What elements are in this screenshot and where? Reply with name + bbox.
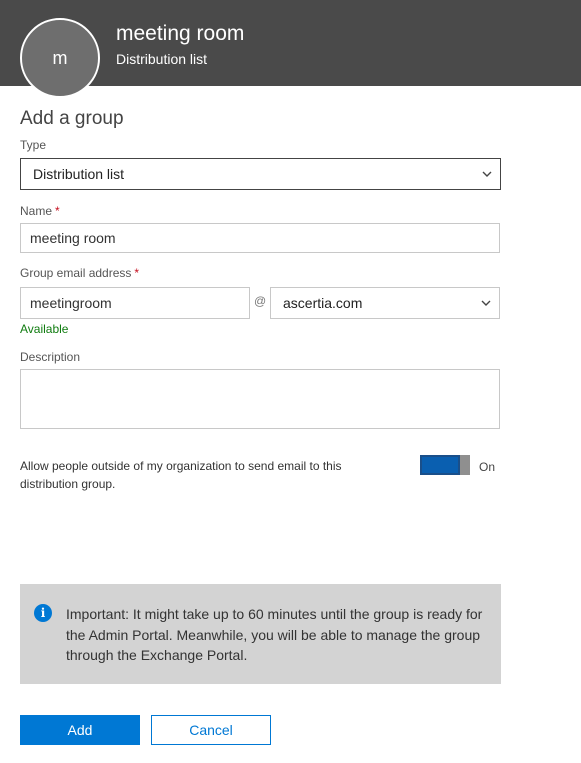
header-title: meeting room — [116, 22, 245, 45]
toggle-track-fill — [422, 457, 458, 473]
chevron-down-icon — [481, 300, 491, 306]
name-label: Name * — [20, 204, 60, 218]
page-title: Add a group — [20, 108, 124, 129]
external-email-toggle[interactable] — [420, 455, 470, 475]
type-dropdown[interactable]: Distribution list — [20, 158, 501, 190]
type-label: Type — [20, 138, 47, 152]
name-label-text: Name — [20, 204, 53, 218]
email-domain-dropdown[interactable]: ascertia.com — [270, 287, 500, 319]
at-symbol: @ — [254, 294, 267, 308]
info-banner: i Important: It might take up to 60 minu… — [20, 584, 501, 684]
email-alias-input[interactable] — [20, 287, 250, 319]
description-label: Description — [20, 350, 81, 364]
email-label: Group email address * — [20, 266, 139, 280]
header-banner: m meeting room Distribution list — [0, 0, 581, 98]
avatar-initial: m — [52, 47, 68, 68]
type-dropdown-value: Distribution list — [33, 166, 125, 182]
email-required-mark: * — [134, 266, 140, 280]
email-availability-status: Available — [20, 322, 69, 336]
description-textarea[interactable] — [20, 369, 500, 429]
chevron-down-icon — [482, 171, 492, 177]
name-required-mark: * — [55, 204, 60, 218]
toggle-knob — [460, 455, 470, 475]
email-label-text: Group email address — [20, 266, 132, 280]
info-icon: i — [34, 604, 52, 622]
cancel-button[interactable]: Cancel — [151, 715, 271, 745]
header-subtitle: Distribution list — [116, 51, 208, 67]
info-banner-text: Important: It might take up to 60 minute… — [66, 606, 483, 663]
external-email-label: Allow people outside of my organization … — [20, 459, 342, 491]
toggle-state-label: On — [479, 460, 496, 474]
add-button[interactable]: Add — [20, 715, 140, 745]
name-input[interactable] — [20, 223, 500, 253]
email-domain-value: ascertia.com — [283, 295, 363, 311]
avatar: m — [20, 18, 100, 98]
